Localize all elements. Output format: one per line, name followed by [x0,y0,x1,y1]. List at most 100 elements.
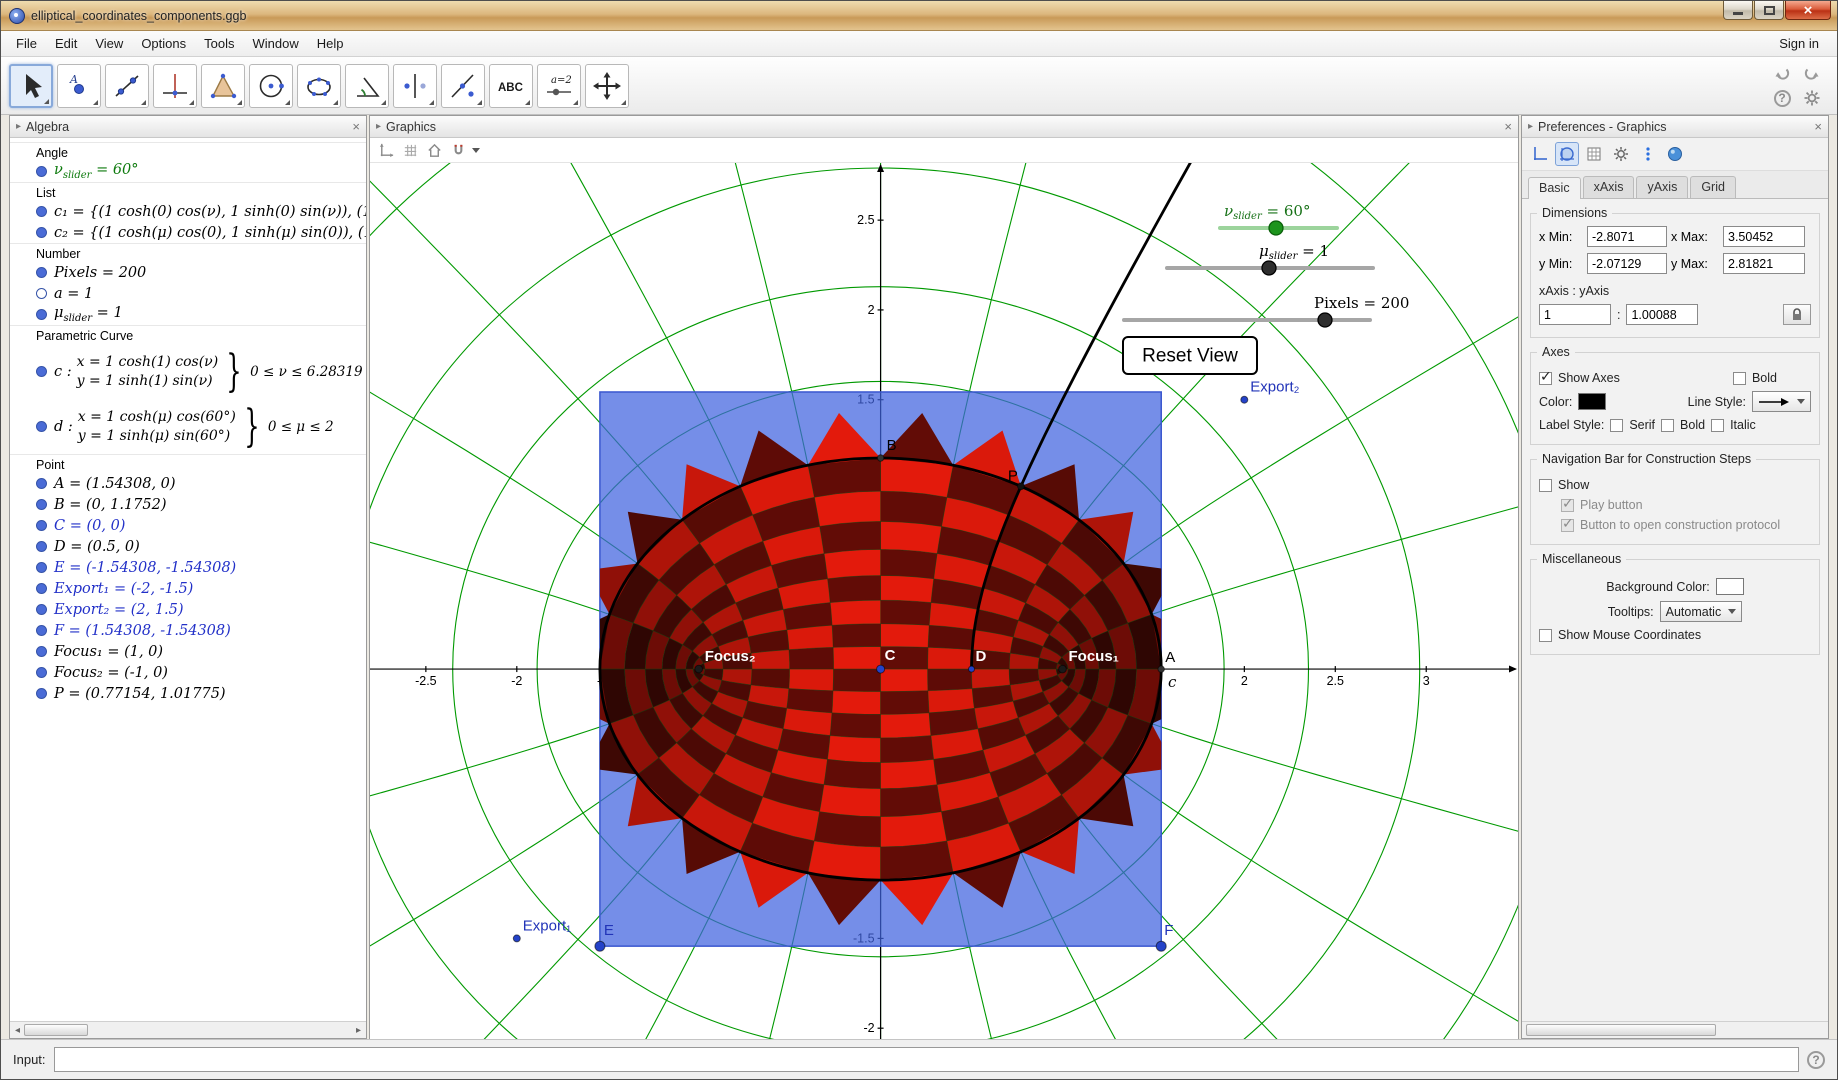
prefs-appearance-icon[interactable] [1663,142,1687,166]
mouse-coordinates-checkbox[interactable] [1539,629,1552,642]
tooltips-dropdown[interactable]: Automatic [1660,601,1743,622]
stylebar-axes-icon[interactable] [376,140,396,160]
algebra-item[interactable]: νslider = 60° [10,161,366,182]
algebra-item[interactable]: F = (1.54308, -1.54308) [10,620,366,641]
y-min-input[interactable] [1587,253,1667,274]
preferences-close-icon[interactable]: × [1814,119,1822,134]
point-Focus₂[interactable] [695,665,703,673]
y-max-input[interactable] [1723,253,1805,274]
nu-slider-knob[interactable] [1269,221,1283,235]
visibility-toggle-dot[interactable] [36,499,47,510]
tab-xaxis[interactable]: xAxis [1583,176,1635,198]
prefs-graphics-icon[interactable] [1555,142,1579,166]
input-field[interactable] [54,1047,1799,1072]
sign-in-link[interactable]: Sign in [1767,32,1831,55]
axes-color-swatch[interactable] [1578,393,1606,410]
point-P[interactable] [1018,483,1025,490]
graphics-close-icon[interactable]: × [1504,119,1512,134]
algebra-item[interactable]: C = (0, 0) [10,515,366,536]
tool-dropdown-corner[interactable] [477,100,482,105]
algebra-item[interactable]: c :x = 1 cosh(1) cos(ν)y = 1 sinh(1) sin… [10,344,366,399]
background-color-swatch[interactable] [1716,578,1744,595]
algebra-item[interactable]: Export₂ = (2, 1.5) [10,599,366,620]
visibility-toggle-dot[interactable] [36,541,47,552]
undo-button[interactable] [1769,62,1795,84]
point-B[interactable] [877,455,883,461]
menu-window[interactable]: Window [243,32,307,55]
label-bold-checkbox[interactable] [1661,419,1674,432]
algebra-item[interactable]: c₁ = {(1 cosh(0) cos(ν), 1 sinh(0) sin(ν… [10,201,366,222]
ratio-lock-button[interactable] [1783,304,1811,325]
stylebar-capture-icon[interactable] [448,140,468,160]
scroll-right-arrow[interactable]: ▸ [352,1025,365,1036]
help-button[interactable]: ? [1769,87,1795,109]
algebra-item[interactable]: a = 1 [10,283,366,304]
settings-button[interactable] [1799,87,1825,109]
algebra-item[interactable]: Export₁ = (-2, -1.5) [10,578,366,599]
visibility-toggle-dot[interactable] [36,520,47,531]
visibility-toggle-dot[interactable] [36,478,47,489]
show-axes-checkbox[interactable] [1539,372,1552,385]
prefs-more-icon[interactable] [1636,142,1660,166]
algebra-item[interactable]: D = (0.5, 0) [10,536,366,557]
graphics-view[interactable]: -2.5-2-1.5-1-0.50.511.522.532.521.510.5-… [370,163,1518,1041]
x-min-input[interactable] [1587,226,1667,247]
tab-grid[interactable]: Grid [1690,176,1736,198]
algebra-item[interactable]: Pixels = 200 [10,262,366,283]
tool-point[interactable]: A [57,64,101,108]
visibility-toggle-dot[interactable] [36,646,47,657]
algebra-close-icon[interactable]: × [352,119,360,134]
visibility-toggle-dot[interactable] [36,562,47,573]
serif-checkbox[interactable] [1610,419,1623,432]
maximize-button[interactable] [1754,1,1784,20]
tool-slider[interactable]: a=2 [537,64,581,108]
algebra-item[interactable]: μslider = 1 [10,304,366,325]
scroll-thumb[interactable] [1526,1024,1716,1036]
visibility-toggle-dot[interactable] [36,267,47,278]
menu-help[interactable]: Help [308,32,353,55]
prefs-advanced-icon[interactable] [1609,142,1633,166]
algebra-collapse-icon[interactable]: ▸ [16,121,21,132]
nav-show-checkbox[interactable] [1539,479,1552,492]
algebra-item[interactable]: A = (1.54308, 0) [10,473,366,494]
tool-dropdown-corner[interactable] [429,100,434,105]
scroll-thumb[interactable] [24,1024,88,1036]
stylebar-grid-icon[interactable] [400,140,420,160]
tool-polygon[interactable] [201,64,245,108]
menu-edit[interactable]: Edit [46,32,86,55]
stylebar-capture-dropdown-arrow[interactable] [472,148,480,153]
prefs-spreadsheet-icon[interactable] [1582,142,1606,166]
point-F[interactable] [1156,941,1166,951]
tool-angle[interactable] [345,64,389,108]
visibility-toggle-dot[interactable] [36,366,47,377]
point-C[interactable] [877,665,885,673]
menu-file[interactable]: File [7,32,46,55]
tool-dropdown-corner[interactable] [381,100,386,105]
reset-view-button[interactable]: Reset View [1123,337,1257,374]
algebra-item[interactable]: d :x = 1 cosh(μ) cos(60°)y = 1 sinh(μ) s… [10,399,366,454]
point-Focus₁[interactable] [1059,665,1067,673]
algebra-item[interactable]: E = (-1.54308, -1.54308) [10,557,366,578]
tool-dropdown-corner[interactable] [621,100,626,105]
visibility-toggle-dot[interactable] [36,166,47,177]
italic-checkbox[interactable] [1711,419,1724,432]
tool-dropdown-corner[interactable] [141,100,146,105]
visibility-toggle-dot[interactable] [36,688,47,699]
mu-slider-knob[interactable] [1262,261,1276,275]
tool-conic[interactable] [297,64,341,108]
tool-dropdown-corner[interactable] [93,100,98,105]
axes-bold-checkbox[interactable] [1733,372,1746,385]
algebra-item[interactable]: B = (0, 1.1752) [10,494,366,515]
tool-dropdown-corner[interactable] [573,100,578,105]
tool-dropdown-corner[interactable] [44,99,49,104]
visibility-toggle-dot[interactable] [36,421,47,432]
point-Export₁[interactable] [513,935,520,942]
visibility-toggle-dot[interactable] [36,583,47,594]
tool-circle[interactable] [249,64,293,108]
algebra-hscrollbar[interactable]: ◂ ▸ [10,1021,366,1038]
preferences-collapse-icon[interactable]: ▸ [1528,121,1533,132]
point-A[interactable] [1158,666,1164,672]
visibility-toggle-dot[interactable] [36,604,47,615]
x-max-input[interactable] [1723,226,1805,247]
tool-special-line[interactable] [441,64,485,108]
